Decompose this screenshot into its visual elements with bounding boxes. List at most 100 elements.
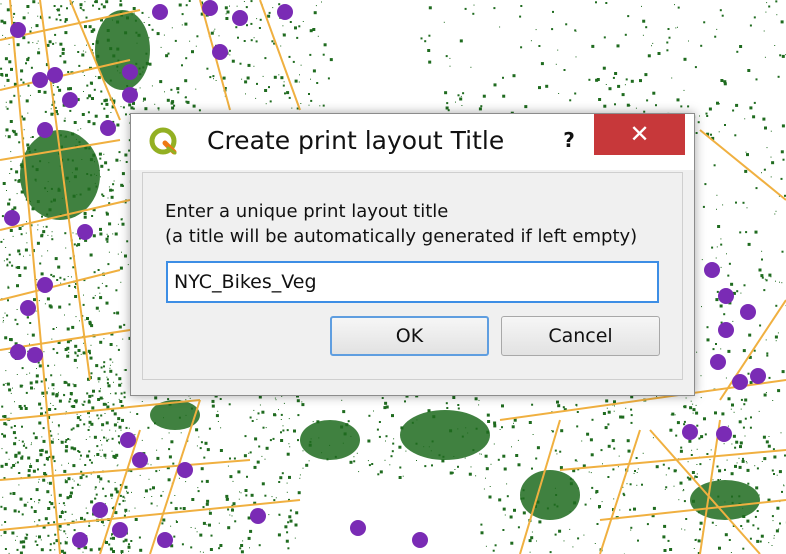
vegetation-speck <box>71 276 72 278</box>
vegetation-speck <box>53 460 56 463</box>
vegetation-speck <box>681 528 683 530</box>
vegetation-speck <box>671 77 673 79</box>
vegetation-speck <box>115 490 119 494</box>
vegetation-speck <box>29 322 32 324</box>
vegetation-speck <box>589 438 593 442</box>
vegetation-speck <box>689 406 693 410</box>
vegetation-speck <box>26 373 28 375</box>
close-button[interactable]: ✕ <box>594 114 685 155</box>
vegetation-speck <box>105 437 107 439</box>
vegetation-speck <box>765 339 767 341</box>
vegetation-speck <box>147 426 150 429</box>
vegetation-speck <box>120 281 122 283</box>
vegetation-speck <box>284 525 288 529</box>
vegetation-speck <box>457 407 460 410</box>
dialog-titlebar[interactable]: Create print layout Title ? ✕ <box>131 114 694 170</box>
vegetation-speck <box>52 85 54 87</box>
vegetation-speck <box>569 528 571 530</box>
vegetation-speck <box>664 488 666 490</box>
vegetation-speck <box>88 25 92 29</box>
vegetation-speck <box>16 374 18 375</box>
vegetation-speck <box>73 529 76 532</box>
vegetation-speck <box>275 497 277 499</box>
vegetation-speck <box>3 434 6 438</box>
vegetation-speck <box>4 312 6 314</box>
vegetation-speck <box>158 109 160 111</box>
vegetation-speck <box>121 218 123 220</box>
create-print-layout-dialog[interactable]: Create print layout Title ? ✕ Enter a un… <box>130 113 695 396</box>
vegetation-speck <box>626 103 630 107</box>
vegetation-speck <box>443 21 445 23</box>
vegetation-speck <box>779 281 780 283</box>
vegetation-speck <box>244 435 247 438</box>
vegetation-speck <box>766 354 769 357</box>
vegetation-speck <box>682 490 684 492</box>
prompt-label: Enter a unique print layout title (a tit… <box>165 199 637 249</box>
layout-title-input[interactable] <box>166 261 659 303</box>
vegetation-speck <box>391 414 394 418</box>
vegetation-speck <box>5 106 7 108</box>
vegetation-speck <box>683 57 687 61</box>
vegetation-speck <box>0 240 3 243</box>
vegetation-speck <box>170 101 174 105</box>
vegetation-speck <box>749 426 752 429</box>
vegetation-speck <box>445 402 448 405</box>
vegetation-speck <box>637 539 639 542</box>
vegetation-speck <box>289 519 293 523</box>
vegetation-speck <box>29 381 33 385</box>
vegetation-speck <box>673 469 677 473</box>
vegetation-speck <box>559 466 563 470</box>
help-icon[interactable]: ? <box>549 120 589 160</box>
vegetation-speck <box>253 65 255 67</box>
vegetation-speck <box>98 310 100 312</box>
vegetation-speck <box>558 529 562 533</box>
vegetation-speck <box>64 480 68 484</box>
vegetation-speck <box>696 424 699 427</box>
vegetation-speck <box>8 388 12 392</box>
vegetation-speck <box>20 78 23 81</box>
vegetation-speck <box>777 332 779 334</box>
vegetation-speck <box>161 438 163 440</box>
vegetation-speck <box>76 416 80 420</box>
vegetation-speck <box>170 88 173 91</box>
vegetation-speck <box>41 215 43 218</box>
cancel-button[interactable]: Cancel <box>501 316 660 356</box>
vegetation-speck <box>249 451 252 454</box>
vegetation-speck <box>61 47 65 51</box>
vegetation-speck <box>493 443 495 445</box>
vegetation-speck <box>752 115 756 119</box>
bike-station <box>232 10 248 26</box>
vegetation-speck <box>16 193 18 195</box>
vegetation-speck <box>280 419 282 420</box>
vegetation-speck <box>63 530 66 533</box>
vegetation-speck <box>237 36 239 39</box>
vegetation-speck <box>72 383 74 385</box>
vegetation-speck <box>282 425 284 427</box>
vegetation-speck <box>65 533 67 535</box>
vegetation-speck <box>322 104 325 107</box>
vegetation-speck <box>64 314 65 316</box>
vegetation-speck <box>428 60 432 64</box>
vegetation-speck <box>289 21 292 23</box>
bike-station <box>277 4 293 20</box>
vegetation-speck <box>52 458 54 460</box>
vegetation-speck <box>697 539 701 543</box>
vegetation-speck <box>79 320 80 322</box>
vegetation-speck <box>54 33 57 36</box>
bike-route <box>599 429 641 554</box>
ok-button[interactable]: OK <box>330 316 489 356</box>
vegetation-speck <box>545 84 549 88</box>
vegetation-speck <box>630 414 633 417</box>
vegetation-speck <box>231 59 235 63</box>
vegetation-speck <box>124 254 127 258</box>
vegetation-speck <box>262 426 265 429</box>
vegetation-speck <box>509 515 513 519</box>
vegetation-speck <box>100 102 103 105</box>
vegetation-speck <box>768 376 771 379</box>
vegetation-speck <box>14 401 15 403</box>
vegetation-speck <box>43 472 47 475</box>
vegetation-speck <box>308 93 310 95</box>
vegetation-speck <box>11 264 14 267</box>
vegetation-speck <box>62 502 65 505</box>
vegetation-speck <box>184 79 188 83</box>
